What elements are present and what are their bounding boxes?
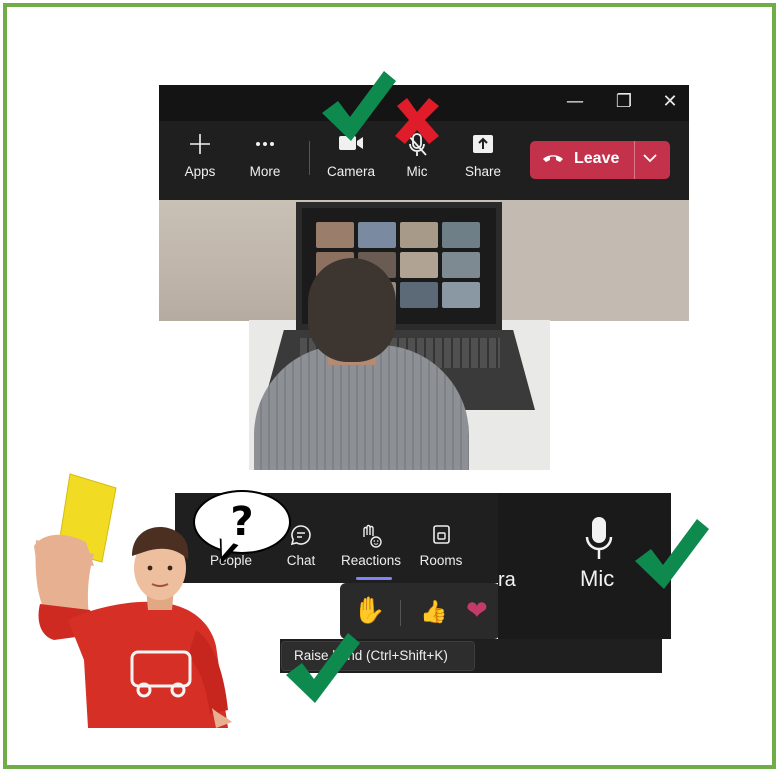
- mic-icon: [584, 515, 614, 563]
- toolbar-divider: [309, 141, 310, 175]
- more-label: More: [249, 164, 281, 179]
- rooms-button[interactable]: Rooms: [408, 523, 474, 568]
- camera-label: Camera: [326, 164, 375, 179]
- chat-label: Chat: [286, 553, 316, 568]
- video-tile: [442, 222, 480, 248]
- video-tile: [442, 282, 480, 308]
- office-wall: [500, 200, 689, 321]
- more-button[interactable]: More: [235, 132, 295, 188]
- boy-holding-yellow-card-illustration: [34, 473, 232, 728]
- person-head: [308, 258, 396, 362]
- rooms-label: Rooms: [419, 553, 463, 568]
- raise-hand-reaction[interactable]: ✋: [353, 596, 385, 626]
- restore-button[interactable]: ❐: [609, 89, 639, 115]
- red-cross-mic: [395, 98, 439, 144]
- video-tile: [316, 222, 354, 248]
- mic-zoom-label: Mic: [580, 566, 615, 591]
- mic-label: Mic: [406, 164, 428, 179]
- video-tile: [400, 252, 438, 278]
- video-tile: [358, 222, 396, 248]
- apps-button[interactable]: Apps: [170, 132, 230, 188]
- video-tile: [400, 282, 438, 308]
- minimize-button[interactable]: —: [560, 89, 590, 115]
- leave-button[interactable]: Leave: [530, 141, 670, 179]
- green-checkmark-mic: [635, 519, 709, 589]
- share-button[interactable]: Share: [453, 132, 513, 188]
- leave-divider: [634, 141, 635, 179]
- reactions-label: Reactions: [340, 553, 402, 568]
- reactions-active-indicator: [356, 577, 392, 580]
- plus-icon: [170, 132, 230, 160]
- heart-reaction[interactable]: ❤: [466, 596, 488, 626]
- green-checkmark-raise-hand: [286, 633, 360, 703]
- green-checkmark-camera: [322, 71, 396, 141]
- apps-label: Apps: [184, 164, 216, 179]
- chevron-down-icon[interactable]: [642, 149, 658, 171]
- camera-label-partial: ra: [498, 569, 516, 591]
- share-label: Share: [464, 164, 502, 179]
- leave-label: Leave: [574, 150, 620, 167]
- ellipsis-icon: [235, 132, 295, 160]
- video-tile: [400, 222, 438, 248]
- share-upload-icon: [453, 132, 513, 160]
- reactions-button[interactable]: Reactions: [338, 523, 404, 568]
- reaction-divider: [400, 600, 401, 626]
- close-button[interactable]: ✕: [655, 89, 685, 115]
- phone-hangup-icon: [542, 151, 564, 167]
- video-tile: [442, 252, 480, 278]
- like-reaction[interactable]: 👍: [420, 600, 447, 625]
- rooms-icon: [408, 523, 474, 549]
- hand-smile-icon: [338, 523, 404, 549]
